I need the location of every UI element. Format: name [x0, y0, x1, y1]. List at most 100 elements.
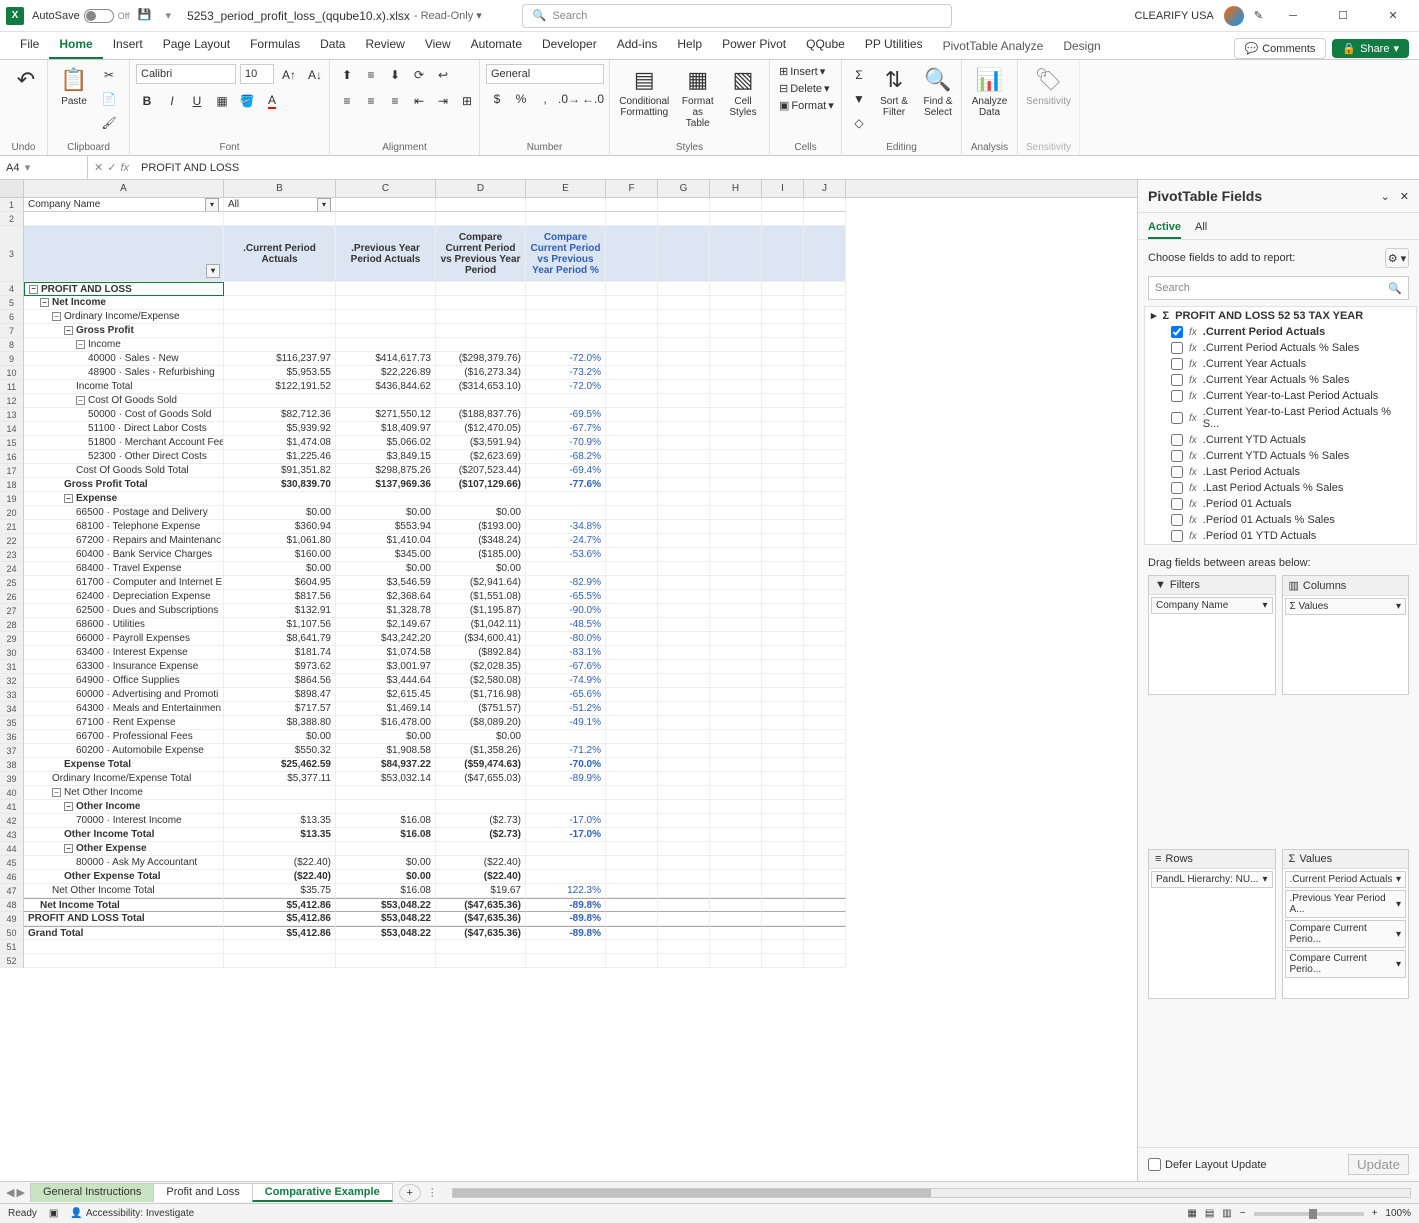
ribbon-tab-power-pivot[interactable]: Power Pivot	[712, 31, 796, 59]
data-cell[interactable]: ($348.24)	[436, 534, 526, 548]
data-cell[interactable]	[436, 842, 526, 856]
data-cell[interactable]	[436, 310, 526, 324]
sort-filter-button[interactable]: ⇅Sort & Filter	[874, 64, 914, 120]
data-cell[interactable]: -67.6%	[526, 660, 606, 674]
data-cell[interactable]	[526, 870, 606, 884]
data-cell[interactable]	[436, 296, 526, 310]
field-checkbox[interactable]	[1171, 482, 1183, 494]
filter-dropdown-icon[interactable]: ▾	[317, 198, 331, 212]
row-header[interactable]: 15	[0, 436, 24, 450]
data-cell[interactable]	[224, 800, 336, 814]
row-header[interactable]: 6	[0, 310, 24, 324]
row-label-cell[interactable]: Net Income Total	[24, 898, 224, 912]
data-cell[interactable]: $5,412.86	[224, 926, 336, 940]
data-cell[interactable]: $0.00	[336, 870, 436, 884]
data-cell[interactable]	[336, 394, 436, 408]
share-button[interactable]: 🔒 Share ▾	[1332, 39, 1409, 58]
data-cell[interactable]: ($314,653.10)	[436, 380, 526, 394]
data-cell[interactable]: $1,225.46	[224, 450, 336, 464]
data-cell[interactable]: ($47,635.36)	[436, 898, 526, 912]
data-cell[interactable]: $19.67	[436, 884, 526, 898]
data-cell[interactable]: $8,641.79	[224, 632, 336, 646]
data-cell[interactable]: $0.00	[224, 506, 336, 520]
ribbon-tab-view[interactable]: View	[415, 31, 461, 59]
data-cell[interactable]: -72.0%	[526, 352, 606, 366]
format-as-table-button[interactable]: ▦Format as Table	[677, 64, 719, 131]
data-cell[interactable]: ($22.40)	[224, 856, 336, 870]
data-cell[interactable]: -48.5%	[526, 618, 606, 632]
row-header[interactable]: 26	[0, 590, 24, 604]
data-cell[interactable]: $5,412.86	[224, 898, 336, 912]
data-cell[interactable]	[336, 324, 436, 338]
wrap-text-button[interactable]: ↩	[432, 64, 454, 86]
row-label-cell[interactable]: −PROFIT AND LOSS	[24, 282, 224, 296]
page-break-icon[interactable]: ▥	[1222, 1208, 1231, 1219]
underline-button[interactable]: U	[186, 90, 208, 112]
data-cell[interactable]: $35.75	[224, 884, 336, 898]
indent-left-button[interactable]: ⇤	[408, 90, 430, 112]
row-header[interactable]: 19	[0, 492, 24, 506]
data-cell[interactable]	[436, 394, 526, 408]
area-item[interactable]: .Previous Year Period A...▾	[1285, 890, 1407, 918]
row-header[interactable]: 10	[0, 366, 24, 380]
row-label-cell[interactable]: 63400 · Interest Expense	[24, 646, 224, 660]
orientation-button[interactable]: ⟳	[408, 64, 430, 86]
data-cell[interactable]: $345.00	[336, 548, 436, 562]
defer-checkbox[interactable]: Defer Layout Update	[1148, 1158, 1267, 1171]
row-label-cell[interactable]: Ordinary Income/Expense Total	[24, 772, 224, 786]
currency-button[interactable]: $	[486, 88, 508, 110]
data-cell[interactable]	[336, 954, 436, 968]
data-cell[interactable]: -70.9%	[526, 436, 606, 450]
data-cell[interactable]	[336, 282, 436, 296]
row-label-cell[interactable]: 80000 · Ask My Accountant	[24, 856, 224, 870]
sheet-tab[interactable]: Profit and Loss	[153, 1183, 252, 1202]
filter-label-cell[interactable]: Company Name▾	[24, 198, 224, 212]
data-cell[interactable]	[526, 394, 606, 408]
row-label-cell[interactable]: −Expense	[24, 492, 224, 506]
data-cell[interactable]: $298,875.26	[336, 464, 436, 478]
data-cell[interactable]: $53,048.22	[336, 898, 436, 912]
pivot-field-item[interactable]: fx.Current Year-to-Last Period Actuals	[1145, 388, 1416, 404]
data-cell[interactable]: ($16,273.34)	[436, 366, 526, 380]
border-button[interactable]: ▦	[211, 90, 233, 112]
increase-decimal-button[interactable]: .0→	[558, 88, 580, 110]
data-cell[interactable]	[336, 338, 436, 352]
row-label-cell[interactable]: −Ordinary Income/Expense	[24, 310, 224, 324]
row-label-cell[interactable]: Gross Profit Total	[24, 478, 224, 492]
row-label-cell[interactable]: Grand Total	[24, 926, 224, 940]
data-cell[interactable]	[526, 492, 606, 506]
row-header[interactable]: 18	[0, 478, 24, 492]
area-item[interactable]: Company Name▾	[1151, 597, 1273, 614]
row-header[interactable]: 39	[0, 772, 24, 786]
fill-color-button[interactable]: 🪣	[236, 90, 258, 112]
data-cell[interactable]: -80.0%	[526, 632, 606, 646]
indent-right-button[interactable]: ⇥	[432, 90, 454, 112]
page-layout-icon[interactable]: ▤	[1205, 1208, 1214, 1219]
data-cell[interactable]	[224, 786, 336, 800]
data-cell[interactable]: $436,844.62	[336, 380, 436, 394]
data-cell[interactable]	[224, 492, 336, 506]
context-tab-design[interactable]: Design	[1053, 33, 1110, 59]
undo-button[interactable]: ↶	[6, 64, 46, 96]
data-cell[interactable]: $360.94	[224, 520, 336, 534]
data-cell[interactable]: $5,377.11	[224, 772, 336, 786]
row-label-cell[interactable]: 62400 · Depreciation Expense	[24, 590, 224, 604]
row-header[interactable]: 44	[0, 842, 24, 856]
column-header[interactable]: I	[762, 180, 804, 197]
autosave-toggle[interactable]: AutoSave Off	[32, 9, 130, 23]
zoom-slider[interactable]	[1254, 1212, 1364, 1216]
data-cell[interactable]: ($2,623.69)	[436, 450, 526, 464]
context-tab-pivottable-analyze[interactable]: PivotTable Analyze	[933, 33, 1054, 59]
field-checkbox[interactable]	[1171, 342, 1183, 354]
pivot-field-item[interactable]: fx.Period 01 Actuals	[1145, 496, 1416, 512]
data-cell[interactable]: $91,351.82	[224, 464, 336, 478]
data-cell[interactable]	[436, 800, 526, 814]
row-header[interactable]: 46	[0, 870, 24, 884]
font-name-combo[interactable]: Calibri	[136, 64, 236, 84]
row-label-cell[interactable]	[24, 940, 224, 954]
row-label-cell[interactable]: 60400 · Bank Service Charges	[24, 548, 224, 562]
row-header[interactable]: 29	[0, 632, 24, 646]
data-cell[interactable]: -72.0%	[526, 380, 606, 394]
tab-active[interactable]: Active	[1148, 217, 1181, 239]
row-header[interactable]: 1	[0, 198, 24, 212]
